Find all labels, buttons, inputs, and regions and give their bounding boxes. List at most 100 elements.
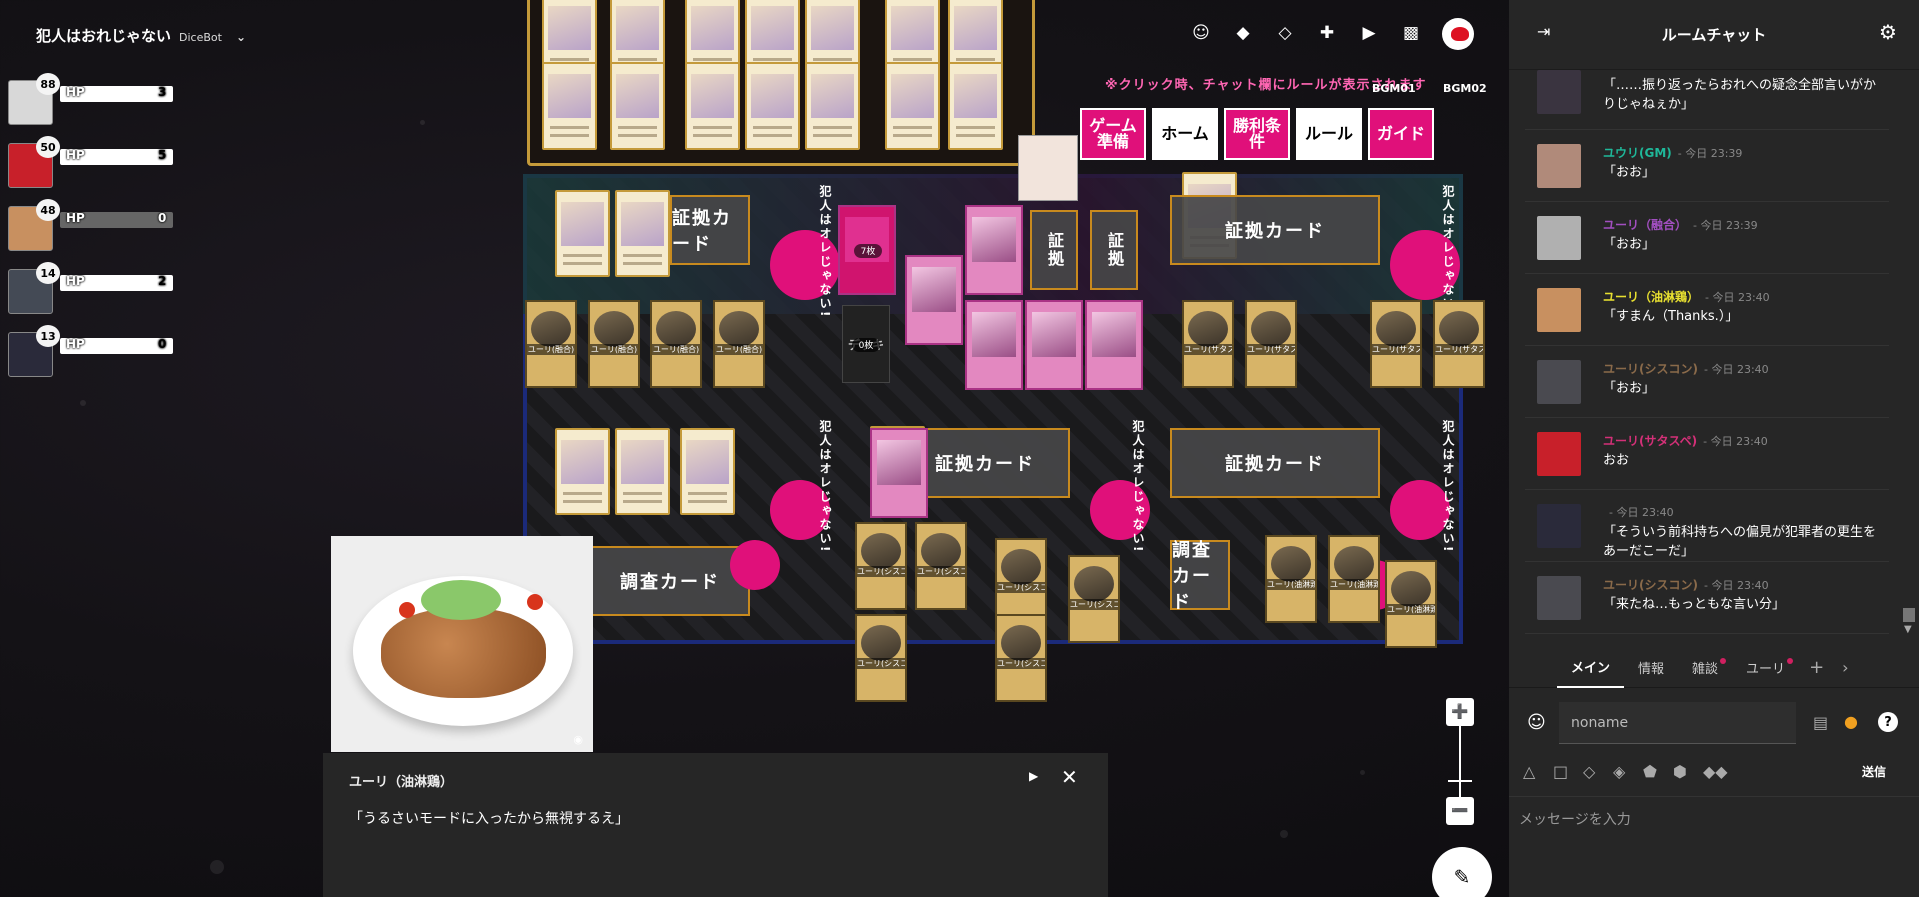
character-card[interactable] bbox=[615, 190, 670, 277]
character-card[interactable] bbox=[685, 62, 740, 150]
character-card[interactable] bbox=[745, 62, 800, 150]
evidence-card[interactable] bbox=[905, 255, 963, 345]
named-card[interactable]: ユーリ(シスコン) bbox=[995, 614, 1047, 702]
named-card[interactable]: ユーリ(融合) bbox=[525, 300, 577, 388]
account-avatar[interactable] bbox=[1442, 18, 1474, 50]
evidence-card[interactable] bbox=[1025, 300, 1083, 390]
logo-win-condition[interactable]: 勝利条件 bbox=[1224, 108, 1290, 160]
logo-home[interactable]: ホーム bbox=[1152, 108, 1218, 160]
logo-game-prep[interactable]: ゲーム準備 bbox=[1080, 108, 1146, 160]
palette-icon[interactable]: ● bbox=[1844, 712, 1858, 731]
d100-icon[interactable]: ◆◆ bbox=[1703, 762, 1728, 781]
gm-character-token[interactable] bbox=[1018, 135, 1078, 201]
character-card[interactable] bbox=[885, 62, 940, 150]
message-avatar[interactable] bbox=[1537, 70, 1581, 114]
help-icon[interactable]: ? bbox=[1878, 712, 1898, 732]
evidence-card[interactable] bbox=[870, 428, 928, 518]
named-card[interactable]: ユーリ(油淋鶏) bbox=[1385, 560, 1437, 648]
chevron-down-icon[interactable]: ⌄ bbox=[236, 30, 246, 44]
bgm02-button[interactable]: BGM02 bbox=[1443, 82, 1487, 95]
room-title-menu[interactable]: 犯人はおれじゃない DiceBot ⌄ bbox=[36, 25, 246, 46]
character-card[interactable] bbox=[555, 428, 610, 515]
named-card[interactable]: ユーリ(サタスペ) bbox=[1182, 300, 1234, 388]
card-slot[interactable]: 証拠カード bbox=[1170, 428, 1380, 498]
message-avatar[interactable] bbox=[1537, 360, 1581, 404]
message-avatar[interactable] bbox=[1537, 432, 1581, 476]
character-card[interactable] bbox=[555, 190, 610, 277]
character-card[interactable] bbox=[615, 428, 670, 515]
evidence-slot[interactable]: 証拠 bbox=[1090, 210, 1138, 290]
add-tab-icon[interactable]: + bbox=[1809, 657, 1824, 678]
character-card[interactable] bbox=[680, 428, 735, 515]
bgm01-button[interactable]: BGM01 bbox=[1372, 82, 1416, 95]
named-card[interactable]: ユーリ(融合) bbox=[650, 300, 702, 388]
message-avatar[interactable] bbox=[1537, 504, 1581, 548]
logo-rules[interactable]: ルール bbox=[1296, 108, 1362, 160]
zoom-slider-handle[interactable] bbox=[1448, 780, 1472, 782]
scroll-down-icon[interactable]: ▼ bbox=[1904, 624, 1912, 635]
d8-icon[interactable]: ◇ bbox=[1583, 762, 1595, 781]
evidence-card[interactable] bbox=[965, 300, 1023, 390]
character-card[interactable] bbox=[542, 62, 597, 150]
named-card[interactable]: ユーリ(サタスペ) bbox=[1433, 300, 1485, 388]
chevron-right-icon[interactable]: › bbox=[1842, 658, 1848, 677]
layers-outline-icon[interactable]: ◇ bbox=[1271, 19, 1299, 47]
named-card[interactable]: ユーリ(シスコン) bbox=[855, 522, 907, 610]
player-row[interactable]: 88 HP 3 bbox=[8, 73, 173, 126]
face-icon[interactable]: ☺ bbox=[1527, 712, 1546, 733]
message-avatar[interactable] bbox=[1537, 288, 1581, 332]
evidence-card[interactable] bbox=[1085, 300, 1143, 390]
card-slot[interactable]: 証拠カード bbox=[1170, 195, 1380, 265]
zoom-out-icon[interactable]: ➖ bbox=[1446, 797, 1474, 825]
d10-icon[interactable]: ◈ bbox=[1613, 762, 1625, 781]
message-avatar[interactable] bbox=[1537, 576, 1581, 620]
named-card[interactable]: ユーリ(油淋鶏) bbox=[1328, 535, 1380, 623]
named-card[interactable]: ユーリ(シスコン) bbox=[1068, 555, 1120, 643]
logo-guide[interactable]: ガイド bbox=[1368, 108, 1434, 160]
character-card[interactable] bbox=[610, 62, 665, 150]
player-row[interactable]: 14 HP 2 bbox=[8, 262, 173, 315]
message-input[interactable] bbox=[1509, 796, 1919, 897]
add-comment-icon[interactable]: ✚ bbox=[1313, 19, 1341, 47]
evidence-slot[interactable]: 証拠 bbox=[1030, 210, 1078, 290]
d6-icon[interactable]: □ bbox=[1553, 762, 1568, 781]
card-slot[interactable]: 調査カード bbox=[590, 546, 750, 616]
edit-fab-button[interactable]: ✎ bbox=[1432, 847, 1492, 897]
named-card[interactable]: ユーリ(融合) bbox=[713, 300, 765, 388]
character-name-input[interactable] bbox=[1559, 702, 1796, 744]
movie-icon[interactable]: ▩ bbox=[1397, 19, 1425, 47]
message-avatar[interactable] bbox=[1537, 144, 1581, 188]
player-row[interactable]: 13 HP 0 bbox=[8, 325, 173, 378]
chat-tab[interactable]: ユーリ bbox=[1732, 648, 1799, 688]
food-image[interactable]: ◉ bbox=[331, 536, 593, 752]
play-icon[interactable]: ▶ bbox=[1029, 769, 1038, 783]
zoom-slider[interactable] bbox=[1459, 726, 1461, 797]
d4-icon[interactable]: △ bbox=[1523, 762, 1535, 781]
named-card[interactable]: ユーリ(シスコン) bbox=[915, 522, 967, 610]
zoom-in-icon[interactable]: ➕ bbox=[1446, 698, 1474, 726]
player-row[interactable]: 50 HP 5 bbox=[8, 136, 173, 189]
send-button[interactable]: 送信 bbox=[1862, 763, 1886, 780]
gear-icon[interactable]: ⚙ bbox=[1879, 20, 1897, 44]
named-card[interactable]: ユーリ(サタスペ) bbox=[1370, 300, 1422, 388]
character-card[interactable] bbox=[948, 62, 1003, 150]
face-icon[interactable]: ☺ bbox=[1187, 19, 1215, 47]
player-row[interactable]: 48 HP 0 bbox=[8, 199, 173, 252]
close-icon[interactable]: ✕ bbox=[1061, 765, 1078, 789]
list-icon[interactable]: ▤ bbox=[1813, 713, 1828, 732]
named-card[interactable]: ユーリ(サタスペ) bbox=[1245, 300, 1297, 388]
named-card[interactable]: ユーリ(シスコン) bbox=[995, 538, 1047, 626]
named-card[interactable]: ユーリ(油淋鶏) bbox=[1265, 535, 1317, 623]
message-avatar[interactable] bbox=[1537, 216, 1581, 260]
d20-icon[interactable]: ⬢ bbox=[1673, 762, 1687, 781]
evidence-card[interactable] bbox=[965, 205, 1023, 295]
card-slot[interactable]: 証拠カード bbox=[670, 195, 750, 265]
named-card[interactable]: ユーリ(シスコン) bbox=[855, 614, 907, 702]
video-icon[interactable]: ▶ bbox=[1355, 19, 1383, 47]
layers-icon[interactable]: ◆ bbox=[1229, 19, 1257, 47]
chat-tab[interactable]: メイン bbox=[1557, 648, 1625, 688]
named-card[interactable]: ユーリ(融合) bbox=[588, 300, 640, 388]
card-slot[interactable]: 調査カード bbox=[1170, 540, 1230, 613]
d12-icon[interactable]: ⬟ bbox=[1643, 762, 1657, 781]
character-card[interactable] bbox=[805, 62, 860, 150]
